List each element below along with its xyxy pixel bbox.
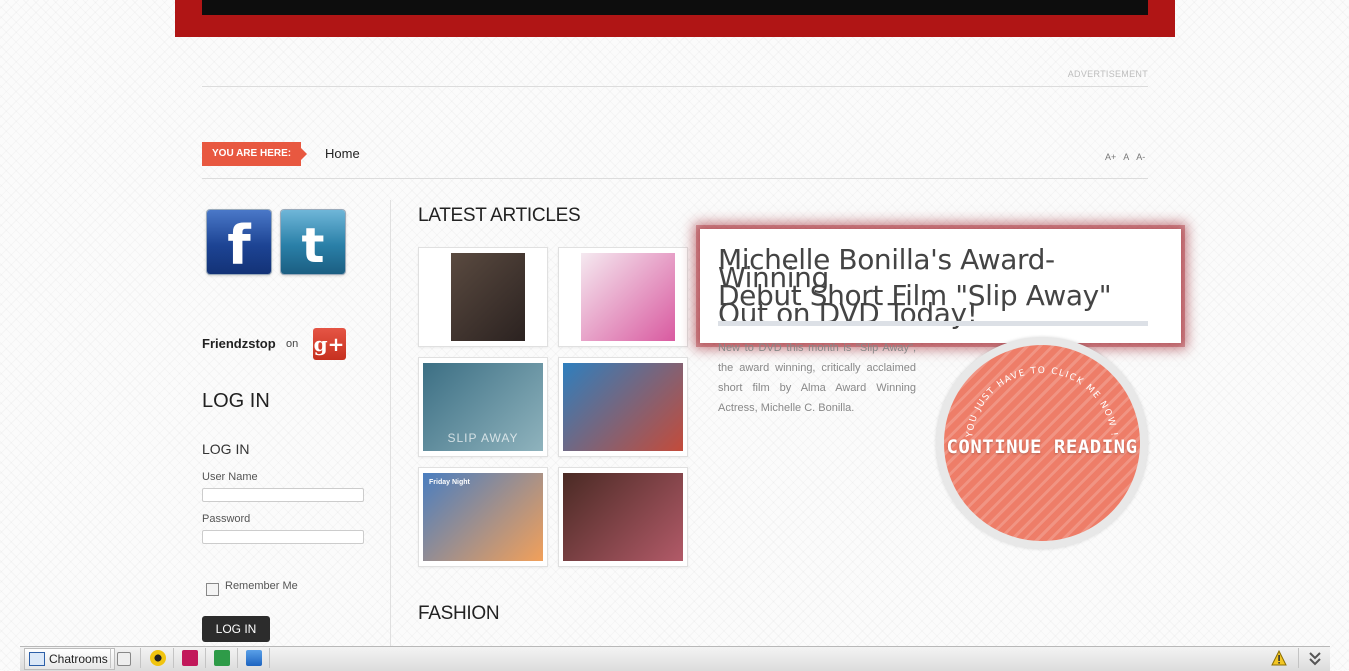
twitter-letter: t (302, 218, 325, 274)
font-increase-button[interactable]: A+ (1105, 152, 1116, 162)
toolbar-separator (173, 648, 174, 668)
latest-articles-heading: LATEST ARTICLES (418, 205, 581, 226)
thumb-pool-party (563, 363, 683, 451)
username-label: User Name (202, 471, 258, 483)
login-button[interactable]: LOG IN (202, 616, 270, 642)
featured-article-excerpt: New to DVD this month is "Slip Away", th… (718, 342, 916, 414)
breadcrumb-home-link[interactable]: Home (325, 146, 360, 161)
toolbar-separator (269, 648, 270, 668)
login-heading: LOG IN (202, 390, 270, 412)
font-size-tools: A+ A A- (1105, 152, 1152, 162)
title-underline (718, 321, 1148, 326)
article-thumbnail[interactable]: SLIP AWAY (418, 357, 548, 457)
article-thumbnail[interactable] (558, 247, 688, 347)
twitter-icon: t (302, 218, 325, 274)
password-label: Password (202, 513, 251, 525)
friday-night-caption: Friday Night (429, 479, 470, 486)
thumb-friday-night-flyer: Friday Night (423, 473, 543, 561)
toolbar-separator (237, 648, 238, 668)
remember-me-label: Remember Me (225, 580, 298, 592)
thumb-band-photo (451, 253, 525, 341)
slip-away-caption: SLIP AWAY (447, 431, 519, 445)
svg-text:YOU JUST HAVE TO CLICK ME NOW: YOU JUST HAVE TO CLICK ME NOW ! (965, 366, 1119, 439)
warning-icon[interactable] (1271, 650, 1287, 666)
header-nav-strip (202, 0, 1148, 15)
divider (202, 86, 1148, 87)
fashion-heading: FASHION (418, 603, 500, 624)
google-plus-button[interactable]: g+ (313, 328, 346, 360)
facebook-icon: f (227, 214, 251, 274)
toolbar-separator (205, 648, 206, 668)
on-label: on (286, 338, 299, 350)
username-input[interactable] (202, 488, 364, 502)
toolbar-separator (110, 648, 111, 668)
radiation-icon[interactable] (150, 650, 166, 666)
thumb-slip-away: SLIP AWAY (423, 363, 543, 451)
upload-arrow-icon[interactable] (246, 650, 262, 666)
chatrooms-label: Chatrooms (49, 652, 108, 666)
twitter-button[interactable]: t (281, 210, 345, 274)
article-thumbnail[interactable]: Friday Night (418, 467, 548, 567)
password-input[interactable] (202, 530, 364, 544)
app-icon[interactable] (182, 650, 198, 666)
article-thumbnail[interactable] (558, 467, 688, 567)
remember-me-checkbox[interactable] (206, 583, 219, 596)
font-reset-button[interactable]: A (1123, 152, 1129, 162)
thumb-dinah-flyer (581, 253, 675, 341)
gplus-letters: g+ (314, 332, 345, 356)
article-thumbnail[interactable] (418, 247, 548, 347)
column-divider (390, 200, 391, 646)
thumb-portrait (563, 473, 683, 561)
toolbar-separator (1298, 648, 1299, 668)
featured-article-title[interactable]: Michelle Bonilla's Award-Winning Debut S… (718, 246, 1158, 328)
advertisement-label: ADVERTISEMENT (1067, 69, 1148, 79)
window-icon[interactable] (117, 652, 131, 666)
article-thumbnail[interactable] (558, 357, 688, 457)
continue-reading-label: CONTINUE READING (946, 436, 1138, 458)
chatrooms-icon (29, 652, 45, 666)
font-decrease-button[interactable]: A- (1136, 152, 1145, 162)
continue-reading-badge: YOU JUST HAVE TO CLICK ME NOW ! CONTINUE… (944, 345, 1140, 541)
arc-text-path: YOU JUST HAVE TO CLICK ME NOW ! (965, 366, 1117, 439)
divider (202, 178, 1148, 179)
collapse-down-icon[interactable] (1307, 650, 1323, 666)
facebook-letter: f (227, 214, 251, 274)
google-plus-icon: g+ (314, 332, 345, 356)
chatrooms-button[interactable]: Chatrooms (24, 648, 115, 670)
friendzstop-label: Friendzstop (202, 336, 276, 351)
toolbar-separator (140, 648, 141, 668)
you-are-here-badge: YOU ARE HERE: (202, 142, 308, 166)
share-icon[interactable] (214, 650, 230, 666)
login-subheading: LOG IN (202, 441, 250, 457)
continue-reading-button[interactable]: YOU JUST HAVE TO CLICK ME NOW ! CONTINUE… (936, 337, 1148, 549)
facebook-button[interactable]: f (207, 210, 271, 274)
